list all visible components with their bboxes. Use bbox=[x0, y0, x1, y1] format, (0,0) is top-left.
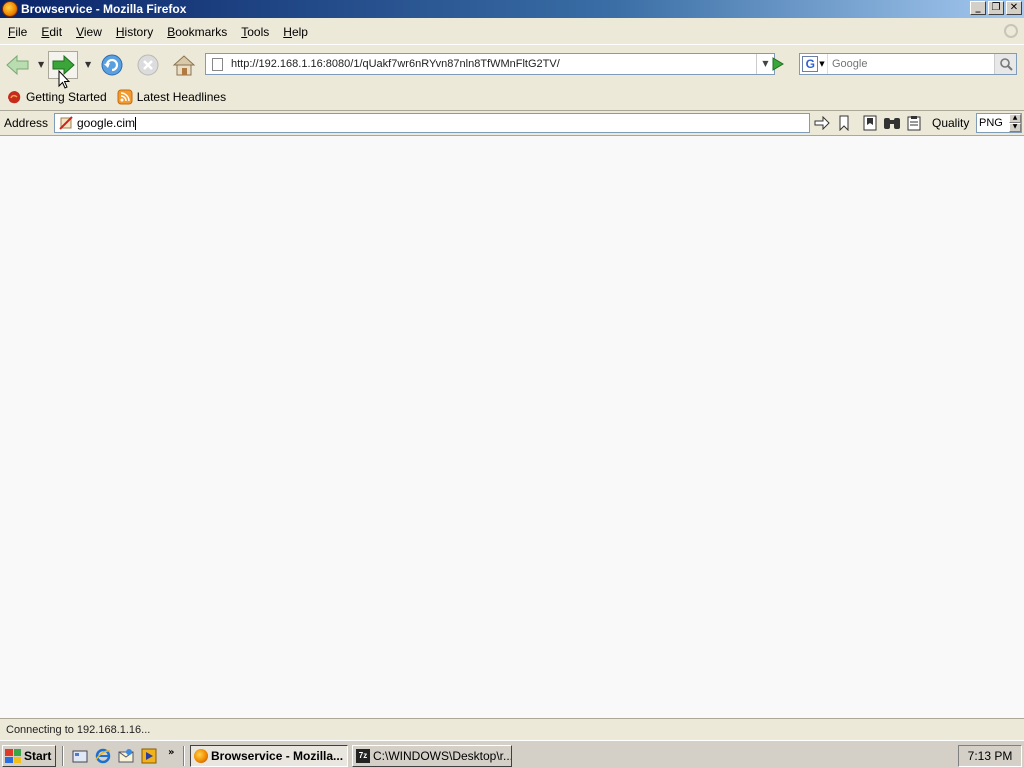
taskbar-separator bbox=[62, 746, 64, 766]
search-box[interactable]: G ▼ bbox=[799, 53, 1017, 75]
taskbar: Start » Browservice - Mozilla... 7z C:\W… bbox=[0, 740, 1024, 768]
menu-edit[interactable]: Edit bbox=[33, 25, 68, 39]
menu-history[interactable]: History bbox=[108, 25, 159, 39]
show-desktop-icon bbox=[72, 750, 88, 763]
mouse-cursor-icon bbox=[58, 70, 70, 89]
menu-help[interactable]: Help bbox=[275, 25, 314, 39]
search-button[interactable] bbox=[994, 54, 1016, 74]
7zip-icon: 7z bbox=[356, 749, 370, 763]
quality-spinner[interactable]: PNG ▲ ▼ bbox=[976, 113, 1022, 133]
media-player-button[interactable] bbox=[140, 747, 158, 765]
bookmarks-list-button[interactable] bbox=[860, 113, 880, 133]
menu-tools[interactable]: Tools bbox=[233, 25, 275, 39]
page-content-area[interactable] bbox=[0, 135, 1024, 718]
find-button[interactable] bbox=[882, 113, 902, 133]
start-button[interactable]: Start bbox=[2, 745, 56, 767]
bookmark-label: Latest Headlines bbox=[136, 90, 227, 104]
internet-explorer-button[interactable] bbox=[94, 747, 112, 765]
throbber-icon bbox=[1004, 24, 1018, 38]
back-arrow-icon bbox=[6, 54, 29, 76]
windows-logo-icon bbox=[5, 749, 21, 763]
page-icon bbox=[212, 57, 223, 71]
menu-file[interactable]: File bbox=[0, 25, 33, 39]
address-input[interactable]: google.cim bbox=[54, 113, 810, 133]
minimize-button[interactable]: _ bbox=[970, 1, 986, 15]
window-title: Browservice - Mozilla Firefox bbox=[21, 2, 187, 16]
close-button[interactable]: ✕ bbox=[1006, 1, 1022, 15]
menu-bar: File Edit View History Bookmarks Tools H… bbox=[0, 21, 1024, 43]
bookmark-page-button[interactable] bbox=[834, 113, 854, 133]
bookmark-icon bbox=[839, 115, 849, 131]
stop-button[interactable] bbox=[133, 51, 163, 79]
clock[interactable]: 7:13 PM bbox=[968, 749, 1013, 763]
taskbar-button-firefox[interactable]: Browservice - Mozilla... bbox=[190, 745, 348, 767]
quicklaunch-more-button[interactable]: » bbox=[168, 747, 174, 758]
back-history-dropdown[interactable]: ▼ bbox=[38, 61, 46, 69]
reload-button[interactable] bbox=[97, 51, 127, 79]
taskbar-separator bbox=[183, 746, 185, 766]
task-label: C:\WINDOWS\Desktop\r... bbox=[373, 749, 512, 763]
reload-icon bbox=[101, 54, 123, 76]
google-logo-icon: G bbox=[802, 56, 819, 72]
address-label: Address bbox=[4, 115, 49, 130]
title-bar[interactable]: Browservice - Mozilla Firefox _ ❐ ✕ bbox=[0, 0, 1024, 18]
url-text[interactable]: http://192.168.1.16:8080/1/qUakf7wr6nRYv… bbox=[231, 58, 756, 70]
quality-value: PNG bbox=[979, 117, 1003, 129]
quality-down-button[interactable]: ▼ bbox=[1009, 123, 1021, 132]
system-tray: 7:13 PM bbox=[958, 745, 1022, 767]
arrow-right-icon bbox=[814, 116, 830, 130]
stop-icon bbox=[137, 54, 159, 76]
url-bar[interactable]: http://192.168.1.16:8080/1/qUakf7wr6nRYv… bbox=[205, 53, 775, 75]
home-icon bbox=[172, 55, 196, 76]
firefox-icon bbox=[8, 91, 21, 104]
go-arrow-icon bbox=[772, 57, 784, 71]
bookmark-label: Getting Started bbox=[26, 90, 107, 104]
magnifier-icon bbox=[999, 58, 1013, 71]
quality-up-button[interactable]: ▲ bbox=[1009, 114, 1021, 123]
media-player-icon bbox=[141, 748, 157, 764]
task-label: Browservice - Mozilla... bbox=[211, 749, 344, 763]
email-client-icon bbox=[118, 749, 134, 763]
engine-dropdown-icon: ▼ bbox=[819, 60, 825, 68]
clipboard-icon bbox=[907, 116, 921, 131]
browservice-address-bar: Address google.cim Quality PNG ▲ ▼ bbox=[0, 110, 1024, 134]
menu-view[interactable]: View bbox=[68, 25, 108, 39]
start-label: Start bbox=[24, 749, 52, 763]
firefox-icon bbox=[2, 1, 18, 17]
maximize-button[interactable]: ❐ bbox=[988, 1, 1004, 15]
search-input[interactable] bbox=[828, 58, 994, 70]
binoculars-icon bbox=[884, 118, 900, 129]
bookmarks-toolbar: Getting Started Latest Headlines bbox=[0, 85, 1024, 109]
status-text: Connecting to 192.168.1.16... bbox=[6, 723, 151, 736]
forward-history-dropdown[interactable]: ▼ bbox=[85, 61, 93, 69]
go-button[interactable] bbox=[767, 53, 789, 75]
clipboard-button[interactable] bbox=[904, 113, 924, 133]
address-value[interactable]: google.cim bbox=[77, 116, 137, 131]
address-go-button[interactable] bbox=[812, 113, 832, 133]
outlook-express-button[interactable] bbox=[117, 747, 135, 765]
security-broken-icon bbox=[59, 116, 73, 130]
menu-bookmarks[interactable]: Bookmarks bbox=[159, 25, 233, 39]
bookmark-getting-started[interactable]: Getting Started bbox=[6, 89, 107, 105]
bookmark-latest-headlines[interactable]: Latest Headlines bbox=[117, 89, 226, 105]
text-caret bbox=[135, 117, 137, 131]
bookmarks-list-icon bbox=[863, 115, 877, 131]
quality-spin-buttons: ▲ ▼ bbox=[1009, 114, 1021, 132]
internet-explorer-icon bbox=[95, 748, 111, 764]
taskbar-button-7zip[interactable]: 7z C:\WINDOWS\Desktop\r... bbox=[352, 745, 512, 767]
show-desktop-button[interactable] bbox=[71, 747, 89, 765]
home-button[interactable] bbox=[169, 51, 199, 79]
firefox-icon bbox=[194, 749, 208, 763]
rss-feed-icon bbox=[117, 89, 133, 105]
search-engine-selector[interactable]: G ▼ bbox=[800, 54, 828, 74]
back-button[interactable] bbox=[3, 51, 33, 79]
quality-label: Quality bbox=[932, 116, 970, 130]
window-controls: _ ❐ ✕ bbox=[970, 1, 1022, 15]
status-bar: Connecting to 192.168.1.16... bbox=[0, 718, 1024, 740]
